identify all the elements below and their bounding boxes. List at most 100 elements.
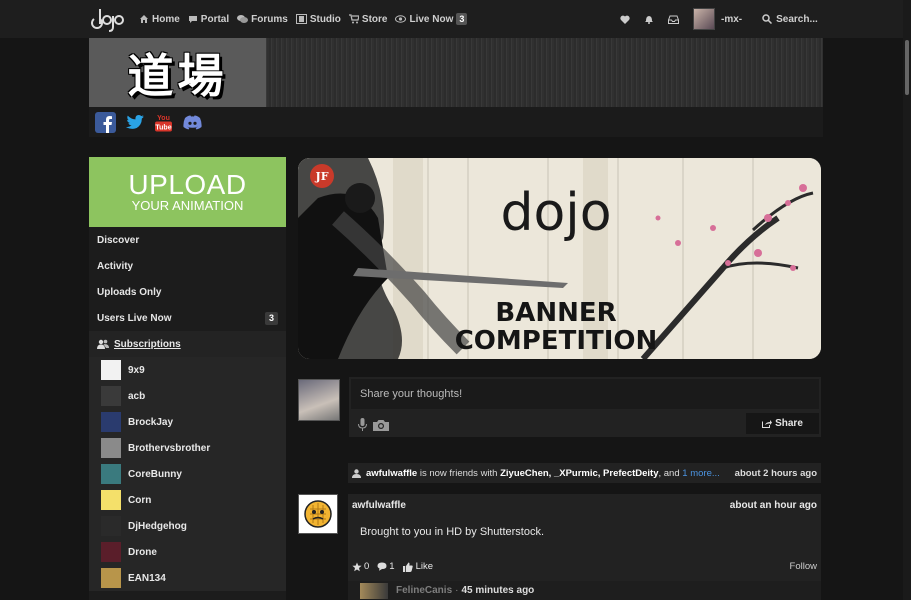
- user-name[interactable]: -mx-: [721, 14, 742, 25]
- activity-and: , and: [658, 467, 683, 479]
- post-header: awfulwaffle about an hour ago: [348, 494, 821, 516]
- eye-icon: [395, 15, 407, 23]
- subscription-item[interactable]: Drone: [89, 539, 286, 565]
- film-icon: [295, 14, 307, 24]
- site-header: 道場: [89, 38, 823, 107]
- microphone-icon[interactable]: [358, 418, 367, 431]
- nav-portal-label: Portal: [200, 13, 230, 25]
- comment-icon: [377, 562, 387, 571]
- star-count-value: 0: [364, 561, 370, 572]
- heart-icon[interactable]: [620, 15, 630, 24]
- dojo-logo[interactable]: [90, 5, 124, 33]
- inbox-icon[interactable]: [668, 15, 679, 24]
- comment-user[interactable]: FelineCanis: [396, 585, 452, 596]
- subscription-avatar: [101, 516, 121, 536]
- nav-portal[interactable]: Portal: [188, 14, 229, 25]
- post-avatar[interactable]: [298, 494, 338, 534]
- subscription-avatar: [101, 360, 121, 380]
- nav-studio-label: Studio: [309, 13, 341, 25]
- subscription-item[interactable]: CoreBunny: [89, 461, 286, 487]
- comment-count[interactable]: 1: [377, 561, 395, 572]
- subscription-avatar: [101, 412, 121, 432]
- upload-small-label: YOUR ANIMATION: [131, 198, 244, 213]
- nav-live-now[interactable]: Live Now 3: [395, 13, 468, 25]
- kanji-logo[interactable]: 道場: [89, 38, 266, 107]
- bell-icon[interactable]: [644, 14, 654, 24]
- nav-live-label: Live Now: [409, 13, 454, 25]
- post-user[interactable]: awfulwaffle: [352, 500, 406, 511]
- activity-time: about 2 hours ago: [734, 467, 817, 479]
- scrollbar-thumb[interactable]: [905, 40, 909, 95]
- activity-user[interactable]: awfulwaffle: [366, 468, 417, 479]
- subscription-item[interactable]: Corn: [89, 487, 286, 513]
- discord-icon[interactable]: [182, 112, 203, 133]
- svg-text:You: You: [157, 115, 170, 122]
- live-users-count: 3: [264, 311, 278, 325]
- sidebar-item-uploads-only[interactable]: Uploads Only: [89, 279, 286, 305]
- activity-item: awfulwaffle is now friends with ZiyueChe…: [348, 463, 821, 483]
- nav-right: -mx- Search...: [620, 0, 818, 38]
- subscriptions-list: 9x9 acb BrockJay Brothervsbrother CoreBunny C…: [89, 357, 286, 591]
- follow-button[interactable]: Follow: [790, 561, 817, 572]
- subscription-item[interactable]: 9x9: [89, 357, 286, 383]
- chat-icon: [188, 16, 197, 23]
- subscription-item[interactable]: EAN134: [89, 565, 286, 591]
- subscription-avatar: [101, 438, 121, 458]
- nav-store[interactable]: Store: [348, 13, 388, 25]
- search-button[interactable]: Search...: [762, 14, 818, 25]
- search-icon: [762, 14, 773, 24]
- social-links: You Tube: [89, 107, 823, 137]
- sidebar-item-discover[interactable]: Discover: [89, 227, 286, 253]
- share-button[interactable]: Share: [746, 413, 819, 434]
- nav-forums[interactable]: Forums: [237, 14, 288, 25]
- banner-competition[interactable]: JF dojo BANNER COMPETITION: [298, 158, 821, 359]
- subscription-avatar: [101, 568, 121, 588]
- activity-more-link[interactable]: 1 more...: [682, 468, 720, 479]
- nav-store-label: Store: [361, 13, 388, 25]
- users-icon: [97, 339, 109, 349]
- thumbs-up-icon: [402, 562, 413, 572]
- subscription-item[interactable]: Brothervsbrother: [89, 435, 286, 461]
- subscription-name: acb: [128, 390, 146, 402]
- facebook-icon[interactable]: [95, 111, 116, 133]
- subscription-name: CoreBunny: [128, 468, 182, 480]
- comment-row: FelineCanis · 45 minutes ago: [348, 581, 821, 600]
- subscription-item[interactable]: DjHedgehog: [89, 513, 286, 539]
- subscription-item[interactable]: acb: [89, 383, 286, 409]
- sidebar-item-activity[interactable]: Activity: [89, 253, 286, 279]
- nav-studio[interactable]: Studio: [295, 13, 341, 25]
- camera-icon[interactable]: [373, 419, 389, 431]
- banner-line2: COMPETITION: [455, 326, 658, 356]
- youtube-icon[interactable]: You Tube: [153, 112, 174, 133]
- upload-button[interactable]: UPLOAD YOUR ANIMATION: [89, 157, 286, 227]
- banner-art: JF dojo BANNER COMPETITION: [298, 158, 821, 359]
- subscription-name: 9x9: [128, 364, 145, 376]
- cart-icon: [348, 14, 359, 24]
- nav-home[interactable]: Home: [139, 14, 180, 25]
- main-nav: Home Portal Forums Studio Store Live Now…: [139, 0, 468, 38]
- share-icon: [762, 420, 773, 428]
- my-avatar[interactable]: [298, 379, 340, 421]
- subscriptions-header[interactable]: Subscriptions: [89, 331, 286, 357]
- star-count[interactable]: 0: [352, 561, 369, 572]
- share-label: Share: [775, 418, 803, 429]
- sidebar-label: Discover: [97, 234, 140, 246]
- svg-text:Tube: Tube: [155, 124, 171, 131]
- thoughts-input[interactable]: Share your thoughts!: [351, 379, 819, 409]
- page-scrollbar[interactable]: [903, 0, 911, 600]
- user-avatar[interactable]: [693, 8, 715, 30]
- kanji-text: 道場: [127, 48, 228, 103]
- subscription-name: Drone: [128, 546, 157, 558]
- comment-avatar[interactable]: [360, 582, 388, 599]
- nav-home-label: Home: [152, 13, 180, 25]
- sidebar-label: Users Live Now: [97, 312, 172, 324]
- activity-friends[interactable]: ZiyueChen, _XPurmic, PrefectDeity: [500, 468, 658, 479]
- subscription-name: EAN134: [128, 572, 166, 584]
- twitter-icon[interactable]: [124, 112, 145, 133]
- like-button[interactable]: Like: [402, 561, 433, 572]
- top-navbar: Home Portal Forums Studio Store Live Now…: [0, 0, 911, 38]
- sidebar-item-users-live-now[interactable]: Users Live Now 3: [89, 305, 286, 331]
- comment-time: 45 minutes ago: [461, 585, 535, 596]
- comment-count-value: 1: [389, 561, 395, 572]
- subscription-item[interactable]: BrockJay: [89, 409, 286, 435]
